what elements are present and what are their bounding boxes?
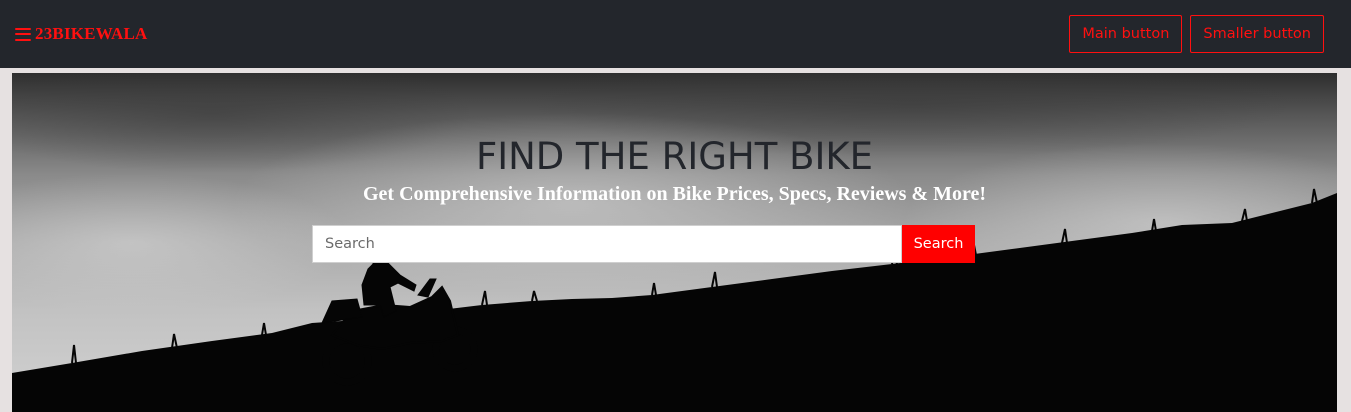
hamburger-menu-icon[interactable] xyxy=(15,27,31,41)
navbar-actions: Main button Smaller button xyxy=(1069,15,1324,53)
search-input[interactable] xyxy=(312,225,902,263)
hero-title: FIND THE RIGHT BIKE xyxy=(475,135,874,178)
top-navbar: 23BIKEWALA Main button Smaller button xyxy=(0,0,1351,68)
hero-banner: FIND THE RIGHT BIKE Get Comprehensive In… xyxy=(12,73,1337,412)
smaller-button[interactable]: Smaller button xyxy=(1190,15,1324,53)
search-bar: Search xyxy=(312,225,975,263)
search-button[interactable]: Search xyxy=(902,225,975,263)
hero-content: FIND THE RIGHT BIKE Get Comprehensive In… xyxy=(12,73,1337,412)
main-button[interactable]: Main button xyxy=(1069,15,1183,53)
brand-name: 23BIKEWALA xyxy=(35,24,148,43)
brand-link[interactable]: 23BIKEWALA xyxy=(15,24,148,44)
hero-subtitle: Get Comprehensive Information on Bike Pr… xyxy=(362,183,987,205)
